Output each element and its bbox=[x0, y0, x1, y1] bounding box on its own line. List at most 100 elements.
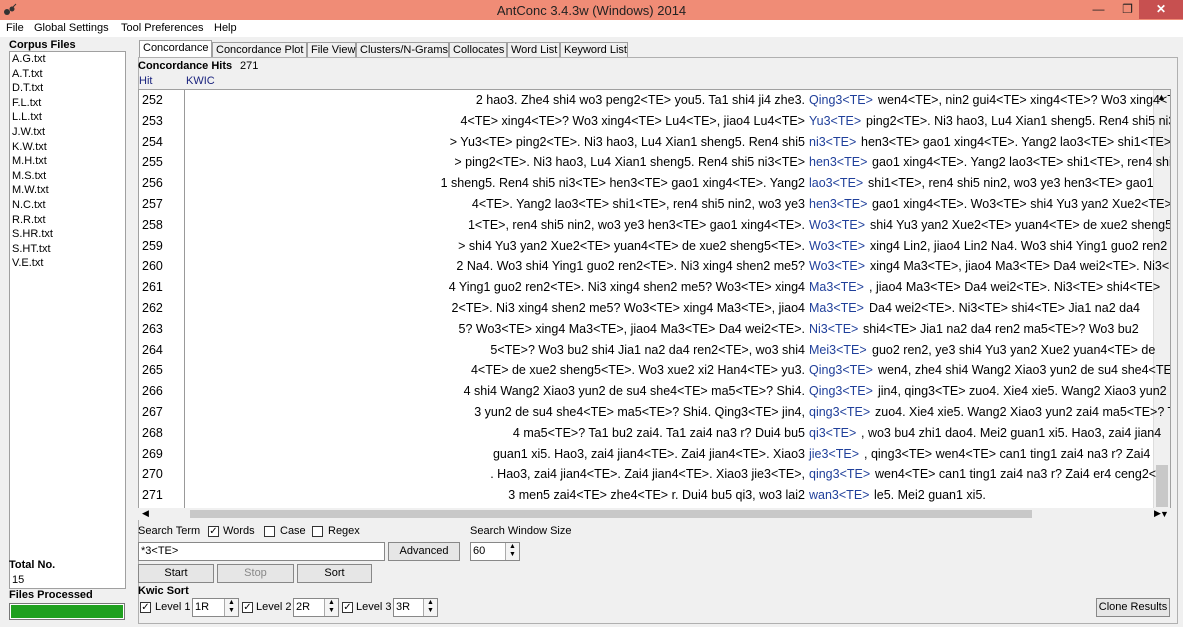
corpus-file-item[interactable]: A.G.txt bbox=[10, 52, 125, 67]
level2-checkbox[interactable]: ✓ bbox=[242, 602, 253, 613]
level1-stepper-icon[interactable]: ▲ ▼ bbox=[224, 599, 238, 616]
left-context: 2<TE>. Ni3 xing4 shen2 me5? Wo3<TE> xing… bbox=[451, 301, 805, 315]
concordance-row[interactable]: 262 2<TE>. Ni3 xing4 shen2 me5? Wo3<TE> x… bbox=[139, 298, 1157, 319]
clone-results-button[interactable]: Clone Results bbox=[1096, 598, 1170, 617]
concordance-row[interactable]: 264 5<TE>? Wo3 bu2 shi4 Jia1 na2 da4 ren2… bbox=[139, 340, 1157, 361]
sort-button[interactable]: Sort bbox=[297, 564, 372, 583]
level2-select[interactable]: 2R ▲ ▼ bbox=[293, 598, 339, 617]
words-label: Words bbox=[223, 525, 255, 537]
concordance-row[interactable]: 260 2 Na4. Wo3 shi4 Ying1 guo2 ren2<TE>. … bbox=[139, 256, 1169, 277]
words-checkbox[interactable]: ✓ bbox=[208, 526, 219, 537]
tab-word-list[interactable]: Word List bbox=[507, 42, 560, 58]
menu-file[interactable]: File bbox=[6, 22, 24, 34]
corpus-file-item[interactable]: M.S.txt bbox=[10, 169, 125, 184]
concordance-row[interactable]: 269 guan1 xi5. Hao3, zai4 jian4<TE>. Zai4… bbox=[139, 444, 1157, 465]
corpus-file-item[interactable]: M.W.txt bbox=[10, 183, 125, 198]
concordance-row[interactable]: 258 1<TE>, ren4 shi5 nin2, wo3 ye3 hen3<T… bbox=[139, 215, 1170, 236]
tab-keyword-list[interactable]: Keyword List bbox=[560, 42, 628, 58]
total-no-label: Total No. bbox=[9, 559, 56, 571]
keyword-hit: hen3<TE> bbox=[809, 155, 868, 170]
column-header-hit[interactable]: Hit bbox=[139, 75, 152, 87]
hit-number: 261 bbox=[142, 280, 163, 295]
concordance-results[interactable]: ▲ 252 2 hao3. Zhe4 shi4 wo3 peng2<TE> you… bbox=[138, 89, 1171, 509]
hit-number: 252 bbox=[142, 93, 163, 107]
concordance-row[interactable]: 259 > shi4 Yu3 yan2 Xue2<TE> yuan4<TE> de… bbox=[139, 236, 1167, 257]
concordance-row[interactable]: 270 . Hao3, zai4 jian4<TE>. Zai4 jian4<TE… bbox=[139, 464, 1157, 485]
right-context: gao1 xing4<TE>. Wo3<TE> shi4 Yu3 yan2 Xu… bbox=[872, 197, 1171, 211]
right-context: Da4 wei2<TE>. Ni3<TE> shi4<TE> Jia1 na2 … bbox=[869, 301, 1140, 315]
level1-select[interactable]: 1R ▲ ▼ bbox=[192, 598, 239, 617]
menu-global-settings[interactable]: Global Settings bbox=[34, 22, 109, 34]
case-checkbox[interactable] bbox=[264, 526, 275, 537]
right-context: wen4, zhe4 shi4 Wang2 Xiao3 yun2 de su4 … bbox=[878, 363, 1171, 378]
concordance-row[interactable]: 271 3 men5 zai4<TE> zhe4<TE> r. Dui4 bu5 … bbox=[139, 485, 1157, 506]
concordance-row[interactable]: 254 > Yu3<TE> ping2<TE>. Ni3 hao3, Lu4 Xi… bbox=[139, 132, 1170, 153]
left-context: 4<TE> xing4<TE>? Wo3 xing4<TE> Lu4<TE>, … bbox=[460, 113, 805, 128]
menu-tool-preferences[interactable]: Tool Preferences bbox=[121, 22, 204, 34]
corpus-file-item[interactable]: A.T.txt bbox=[10, 67, 125, 82]
vertical-scroll-thumb[interactable] bbox=[1156, 465, 1168, 507]
concordance-row[interactable]: 256 1 sheng5. Ren4 shi5 ni3<TE> hen3<TE> … bbox=[139, 173, 1157, 194]
hit-number: 269 bbox=[142, 446, 163, 461]
corpus-file-item[interactable]: V.E.txt bbox=[10, 256, 125, 271]
level3-select[interactable]: 3R ▲ ▼ bbox=[393, 598, 438, 617]
horizontal-scrollbar[interactable]: ◀ ▶ bbox=[138, 508, 1171, 520]
right-context: shi4<TE> Jia1 na2 da4 ren2 ma5<TE>? Wo3 … bbox=[863, 321, 1139, 336]
scroll-left-icon[interactable]: ◀ bbox=[142, 508, 149, 519]
advanced-button[interactable]: Advanced bbox=[388, 542, 460, 561]
case-label: Case bbox=[280, 525, 306, 537]
menu-help[interactable]: Help bbox=[214, 22, 237, 34]
concordance-row[interactable]: 261 4 Ying1 guo2 ren2<TE>. Ni3 xing4 shen… bbox=[139, 277, 1160, 298]
corpus-file-item[interactable]: F.L.txt bbox=[10, 96, 125, 111]
hit-number: 267 bbox=[142, 405, 163, 419]
minimize-icon[interactable]: — bbox=[1085, 0, 1112, 19]
corpus-file-item[interactable]: R.R.txt bbox=[10, 213, 125, 228]
concordance-row[interactable]: 257 4<TE>. Yang2 lao3<TE> shi1<TE>, ren4 … bbox=[139, 194, 1170, 215]
corpus-file-item[interactable]: J.W.txt bbox=[10, 125, 125, 140]
concordance-row[interactable]: 252 2 hao3. Zhe4 shi4 wo3 peng2<TE> you5.… bbox=[139, 90, 1170, 111]
window-size-stepper-icon[interactable]: ▲ ▼ bbox=[505, 543, 519, 560]
concordance-row[interactable]: 267 3 yun2 de su4 she4<TE> ma5<TE>? Shi4.… bbox=[139, 402, 1170, 423]
tab-clusters[interactable]: Clusters/N-Grams bbox=[356, 42, 449, 58]
right-context: guo2 ren2, ye3 shi4 Yu3 yan2 Xue2 yuan4<… bbox=[872, 342, 1156, 357]
corpus-file-list[interactable]: A.G.txt A.T.txt D.T.txt F.L.txt L.L.txt J.W.t… bbox=[9, 51, 126, 589]
concordance-hits-value: 271 bbox=[240, 60, 259, 72]
level3-label: Level 3 bbox=[356, 601, 392, 613]
level3-stepper-icon[interactable]: ▲ ▼ bbox=[423, 599, 437, 616]
tab-concordance-plot[interactable]: Concordance Plot bbox=[212, 42, 307, 58]
tab-collocates[interactable]: Collocates bbox=[449, 42, 507, 58]
keyword-hit: wan3<TE> bbox=[809, 488, 870, 503]
hit-number: 257 bbox=[142, 197, 163, 211]
level2-stepper-icon[interactable]: ▲ ▼ bbox=[324, 599, 338, 616]
tab-concordance[interactable]: Concordance bbox=[139, 40, 212, 58]
concordance-row[interactable]: 253 4<TE> xing4<TE>? Wo3 xing4<TE> Lu4<TE… bbox=[139, 111, 1170, 132]
level1-checkbox[interactable]: ✓ bbox=[140, 602, 151, 613]
right-context: jin4, qing3<TE> zuo4. Xie4 xie5. Wang2 X… bbox=[878, 384, 1167, 399]
search-window-size-input[interactable]: 60 ▲ ▼ bbox=[470, 542, 520, 561]
stop-button[interactable]: Stop bbox=[217, 564, 294, 583]
restore-icon[interactable]: ❐ bbox=[1114, 0, 1141, 19]
corpus-file-item[interactable]: K.W.txt bbox=[10, 140, 125, 155]
corpus-file-item[interactable]: N.C.txt bbox=[10, 198, 125, 213]
concordance-row[interactable]: 265 4<TE> de xue2 sheng5<TE>. Wo3 xue2 xi… bbox=[139, 360, 1170, 381]
scroll-down-icon[interactable]: ▼ bbox=[1160, 509, 1169, 519]
corpus-file-item[interactable]: S.HR.txt bbox=[10, 227, 125, 242]
regex-checkbox[interactable] bbox=[312, 526, 323, 537]
corpus-file-item[interactable]: S.HT.txt bbox=[10, 242, 125, 257]
files-processed-progress bbox=[9, 603, 125, 620]
corpus-file-item[interactable]: D.T.txt bbox=[10, 81, 125, 96]
window-title: AntConc 3.4.3w (Windows) 2014 bbox=[496, 3, 687, 18]
search-term-input[interactable]: *3<TE> bbox=[138, 542, 385, 561]
close-icon[interactable]: ✕ bbox=[1139, 0, 1183, 19]
level3-checkbox[interactable]: ✓ bbox=[342, 602, 353, 613]
column-header-kwic[interactable]: KWIC bbox=[186, 75, 215, 87]
concordance-row[interactable]: 263 5? Wo3<TE> xing4 Ma3<TE>, jiao4 Ma3<T… bbox=[139, 319, 1157, 340]
start-button[interactable]: Start bbox=[138, 564, 214, 583]
concordance-row[interactable]: 268 4 ma5<TE>? Ta1 bu2 zai4. Ta1 zai4 na3… bbox=[139, 423, 1161, 444]
corpus-file-item[interactable]: L.L.txt bbox=[10, 110, 125, 125]
concordance-row[interactable]: 266 4 shi4 Wang2 Xiao3 yun2 de su4 she4<T… bbox=[139, 381, 1167, 402]
corpus-file-item[interactable]: M.H.txt bbox=[10, 154, 125, 169]
concordance-row[interactable]: 255 > ping2<TE>. Ni3 hao3, Lu4 Xian1 shen… bbox=[139, 152, 1170, 173]
horizontal-scroll-thumb[interactable] bbox=[190, 510, 1032, 518]
tab-file-view[interactable]: File View bbox=[307, 42, 356, 58]
